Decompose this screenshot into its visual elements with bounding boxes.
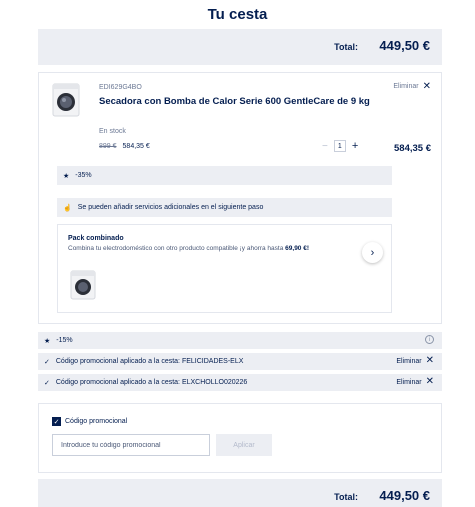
promo-applied-text: Código promocional aplicado a la cesta: … [55,358,244,365]
promo-checkbox-label: Código promocional [65,418,128,425]
increase-quantity-button[interactable]: + [352,140,358,152]
new-price: 584,35 € [122,143,150,150]
combined-pack: Pack combinado Combina tu electrodomésti… [57,224,392,313]
check-icon: ✓ [44,379,50,387]
services-text: Se pueden añadir servicios adicionales e… [77,204,264,211]
stock-status: En stock [99,128,126,135]
pack-saving: 69,90 €! [285,245,310,252]
total-value: 449,50 € [379,38,430,53]
remove-product-button[interactable]: Eliminar ✕ [393,81,431,92]
product-code: EDI629G4BO [99,84,142,91]
page-title: Tu cesta [207,6,268,23]
star-icon: ★ [44,337,51,345]
quantity-value[interactable]: 1 [333,140,346,152]
star-icon: ★ [63,172,70,180]
quantity-stepper: − 1 + [322,140,358,152]
line-total: 584,35 € [394,143,431,154]
product-name[interactable]: Secadora con Bomba de Calor Serie 600 Ge… [99,96,389,108]
close-icon: ✕ [422,81,431,92]
remove-promo-button[interactable]: Eliminar ✕ [396,355,434,366]
old-price: 899 € [99,143,117,150]
dryer-image[interactable] [51,83,81,117]
hand-icon: ☝ [63,204,72,212]
close-icon: ✕ [425,376,434,387]
remove-label: Eliminar [396,357,422,365]
product-card: EDI629G4BO Eliminar ✕ Secadora con Bomba… [38,72,442,324]
decrease-quantity-button[interactable]: − [322,141,328,152]
promo-applied-row: ✓ Código promocional aplicado a la cesta… [38,353,442,370]
product-prices: 899 € 584,35 € [99,143,150,150]
remove-label: Eliminar [393,83,419,90]
cart-discount-text: -15% [56,337,73,344]
check-icon: ✓ [44,358,50,366]
total-label: Total: [334,492,358,502]
remove-label: Eliminar [396,378,422,386]
checkbox-checked-icon[interactable]: ✓ [52,417,61,426]
pack-description: Combina tu electrodoméstico con otro pro… [68,245,358,252]
promo-code-toggle[interactable]: ✓ Código promocional [52,417,127,426]
remove-promo-button[interactable]: Eliminar ✕ [396,376,434,387]
apply-promo-button[interactable]: Aplicar [216,434,272,456]
close-icon: ✕ [425,355,434,366]
promo-applied-row: ✓ Código promocional aplicado a la cesta… [38,374,442,391]
total-bar-bottom: Total: 449,50 € [38,479,442,507]
total-label: Total: [334,42,358,52]
chevron-right-icon[interactable]: › [362,242,383,263]
pack-title: Pack combinado [68,235,124,242]
washer-image[interactable] [70,270,96,300]
total-bar-top: Total: 449,50 € [38,29,442,65]
product-discount-badge: ★ -35% [57,166,392,185]
services-note: ☝ Se pueden añadir servicios adicionales… [57,198,392,217]
promo-applied-text: Código promocional aplicado a la cesta: … [55,379,248,386]
promo-code-box: ✓ Código promocional Aplicar [38,403,442,473]
total-value: 449,50 € [379,488,430,503]
promo-code-input[interactable] [52,434,210,456]
pack-description-text: Combina tu electrodoméstico con otro pro… [68,245,284,252]
discount-text: -35% [75,172,92,179]
info-icon[interactable]: i [425,335,434,344]
cart-discount-bar: ★ -15% i [38,332,442,349]
